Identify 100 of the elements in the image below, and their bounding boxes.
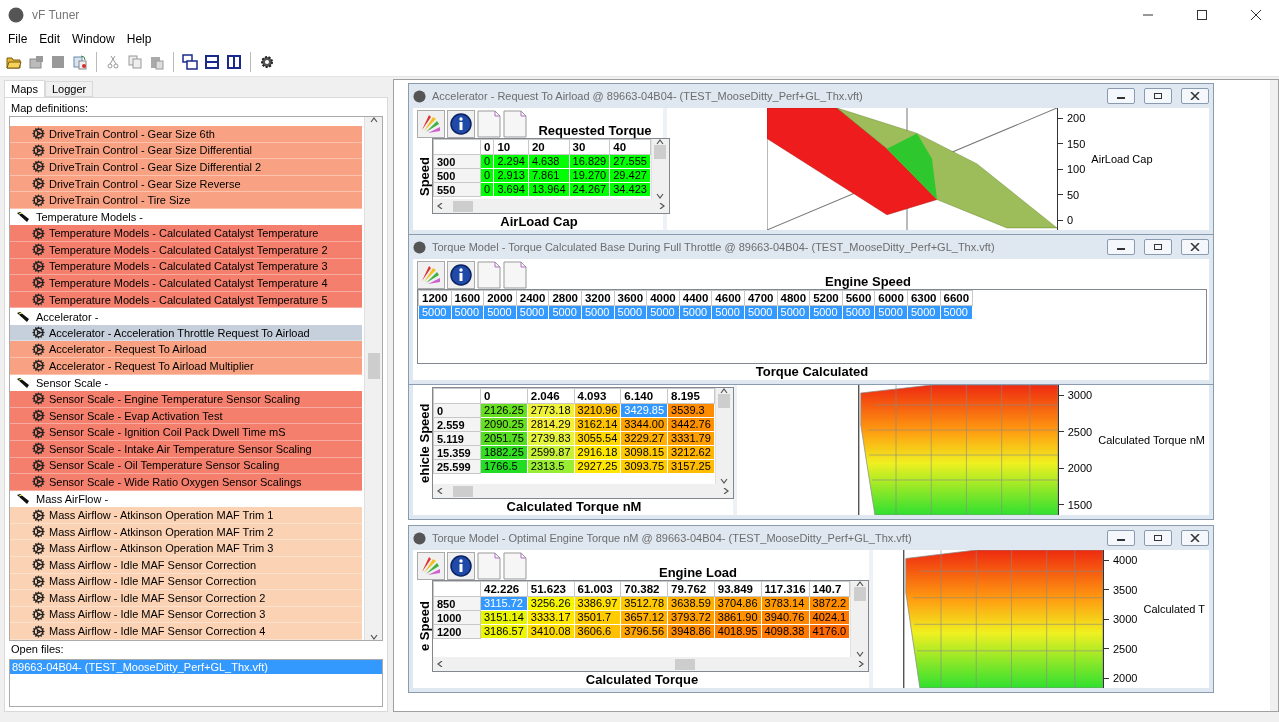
minimize-button[interactable] [1107,239,1135,255]
column-header: 70.382 [620,581,668,597]
horizontal-scrollbar[interactable] [433,657,869,671]
gear-icon [32,342,45,356]
tree-item[interactable]: Sensor Scale - Ignition Coil Pack Dwell Time mS [10,424,362,441]
close-icon [1190,92,1200,100]
axis-tick-label: 2000 [1103,672,1138,684]
tree-item[interactable]: Sensor Scale - Wide Ratio Oxygen Sensor Scalings [10,474,362,491]
scrollbar-thumb[interactable] [453,485,473,497]
menu-item[interactable]: File [2,32,34,46]
column-header: 4700 [744,290,778,306]
arrow-up-icon[interactable] [720,388,729,394]
tree-item[interactable]: DriveTrain Control - Tire Size [10,192,362,209]
tree-group-label[interactable]: Temperature Models - [36,211,143,224]
tool-icon [16,310,30,323]
table-cell[interactable]: 0 [480,182,494,197]
gear-icon [32,243,45,257]
scrollbar-thumb[interactable] [367,353,380,379]
scrollbar-thumb[interactable] [654,145,667,159]
arrow-down-icon[interactable] [855,651,864,657]
horizontal-scrollbar[interactable] [433,484,733,498]
table-cell[interactable]: 0 [480,168,494,183]
gear-icon [32,458,45,472]
gear-icon [32,608,45,621]
close-button[interactable] [1181,530,1209,546]
arrow-right-icon[interactable] [856,661,865,667]
paste-icon[interactable] [149,54,165,70]
tree-item[interactable]: Mass Airflow - Atkinson Operation MAF Trim 1 [10,507,362,524]
menu-item[interactable]: Window [66,32,121,46]
properties-icon[interactable] [28,54,44,70]
arrow-left-icon[interactable] [437,488,445,494]
tree-item[interactable]: Accelerator - Request To Airload Multiplier [10,358,362,375]
scrollbar-thumb[interactable] [675,658,695,670]
scrollbar-thumb[interactable] [453,200,473,212]
window-title: Accelerator - Request To Airload @ 89663-04B04- (TEST_MooseDitty_Perf+GL_Thx.vft) [432,90,864,102]
minimize-button[interactable] [1107,530,1135,546]
column-header: 40 [609,139,651,155]
axis-title: ehicle Speed [417,402,432,485]
close-icon [1190,243,1200,251]
scrollbar-thumb[interactable] [853,587,866,601]
axis-title: AirLoad Cap [1091,153,1153,165]
tree-group-label[interactable]: Mass AirFlow - [36,492,109,505]
arrow-left-icon[interactable] [437,661,445,667]
tree-group-label[interactable]: Accelerator - [36,310,99,323]
tree-item[interactable]: DriveTrain Control - Gear Size 6th [10,126,362,143]
vertical-scrollbar[interactable] [364,117,382,640]
arrow-left-icon[interactable] [437,203,445,209]
axis-tick-label: 2500 [1058,425,1093,438]
open-folder-icon[interactable] [6,54,22,70]
arrow-up-icon[interactable] [855,581,864,587]
arrow-down-icon[interactable] [720,478,729,484]
axis-tick-label: 1500 [1058,498,1093,511]
close-button[interactable] [1181,88,1209,104]
tree-item[interactable]: Accelerator - Request To Airload [10,341,362,359]
maximize-icon [1197,10,1207,20]
axis-tick-label: 2500 [1103,642,1138,655]
minimize-button[interactable] [1107,88,1135,104]
tree-item[interactable]: Mass Airflow - Idle MAF Sensor Correction 2 [10,590,362,607]
tree-item[interactable]: Mass Airflow - Idle MAF Sensor Correction 4 [10,623,362,640]
arrow-up-icon[interactable] [656,139,665,145]
vertical-scrollbar[interactable] [850,581,869,657]
palette-icon [417,261,445,289]
arrow-down-icon[interactable] [369,634,378,640]
tree-item[interactable]: Temperature Models - Calculated Catalyst Temperature 4 [10,275,362,292]
tree-item[interactable]: DriveTrain Control - Gear Size Differential 2 [10,159,362,176]
tile-vertical-icon[interactable] [226,54,242,70]
vertical-scrollbar[interactable] [1270,80,1278,711]
horizontal-scrollbar[interactable] [433,199,669,213]
tree-item[interactable]: Temperature Models - Calculated Catalyst Temperature [10,225,362,243]
column-header: 6.140 [620,388,668,404]
cascade-windows-icon[interactable] [182,54,198,70]
tab[interactable]: Maps [4,80,45,97]
column-header: 8.195 [667,388,715,404]
gear-icon [32,177,45,190]
menu-item[interactable]: Help [120,32,158,46]
tree-item[interactable]: Temperature Models - Calculated Catalyst Temperature 2 [10,242,362,259]
tab[interactable]: Logger [44,81,94,97]
scrollbar-thumb[interactable] [718,394,731,408]
stop-icon[interactable] [50,54,66,70]
restore-button[interactable] [1144,239,1172,255]
import-icon[interactable] [72,54,88,70]
tile-horizontal-icon[interactable] [204,54,220,70]
tree-item[interactable]: Mass Airflow - Atkinson Operation MAF Trim 3 [10,540,362,557]
arrow-up-icon[interactable] [369,117,378,123]
restore-button[interactable] [1144,88,1172,104]
window-title: Torque Model - Torque Calculated Base During Full Throttle @ 89663-04B04- (TEST_MooseDitty_Perf+GL_Thx.vft) [432,241,996,253]
tool-icon [16,211,30,224]
tree-item[interactable]: Sensor Scale - Engine Temperature Sensor Scaling [10,391,362,408]
tree-group-label[interactable]: Sensor Scale - [36,376,109,389]
arrow-down-icon[interactable] [656,193,665,199]
gear-icon[interactable] [259,54,275,70]
restore-button[interactable] [1144,530,1172,546]
close-button[interactable] [1181,239,1209,255]
axis-title: Calculated T [1143,603,1205,615]
gear-icon [32,226,45,240]
menu-item[interactable]: Edit [33,32,67,46]
column-header: 42.226 [480,581,528,597]
table-cell[interactable]: 0 [480,154,494,169]
palette-icon [417,110,445,138]
vertical-scrollbar[interactable] [714,388,733,484]
